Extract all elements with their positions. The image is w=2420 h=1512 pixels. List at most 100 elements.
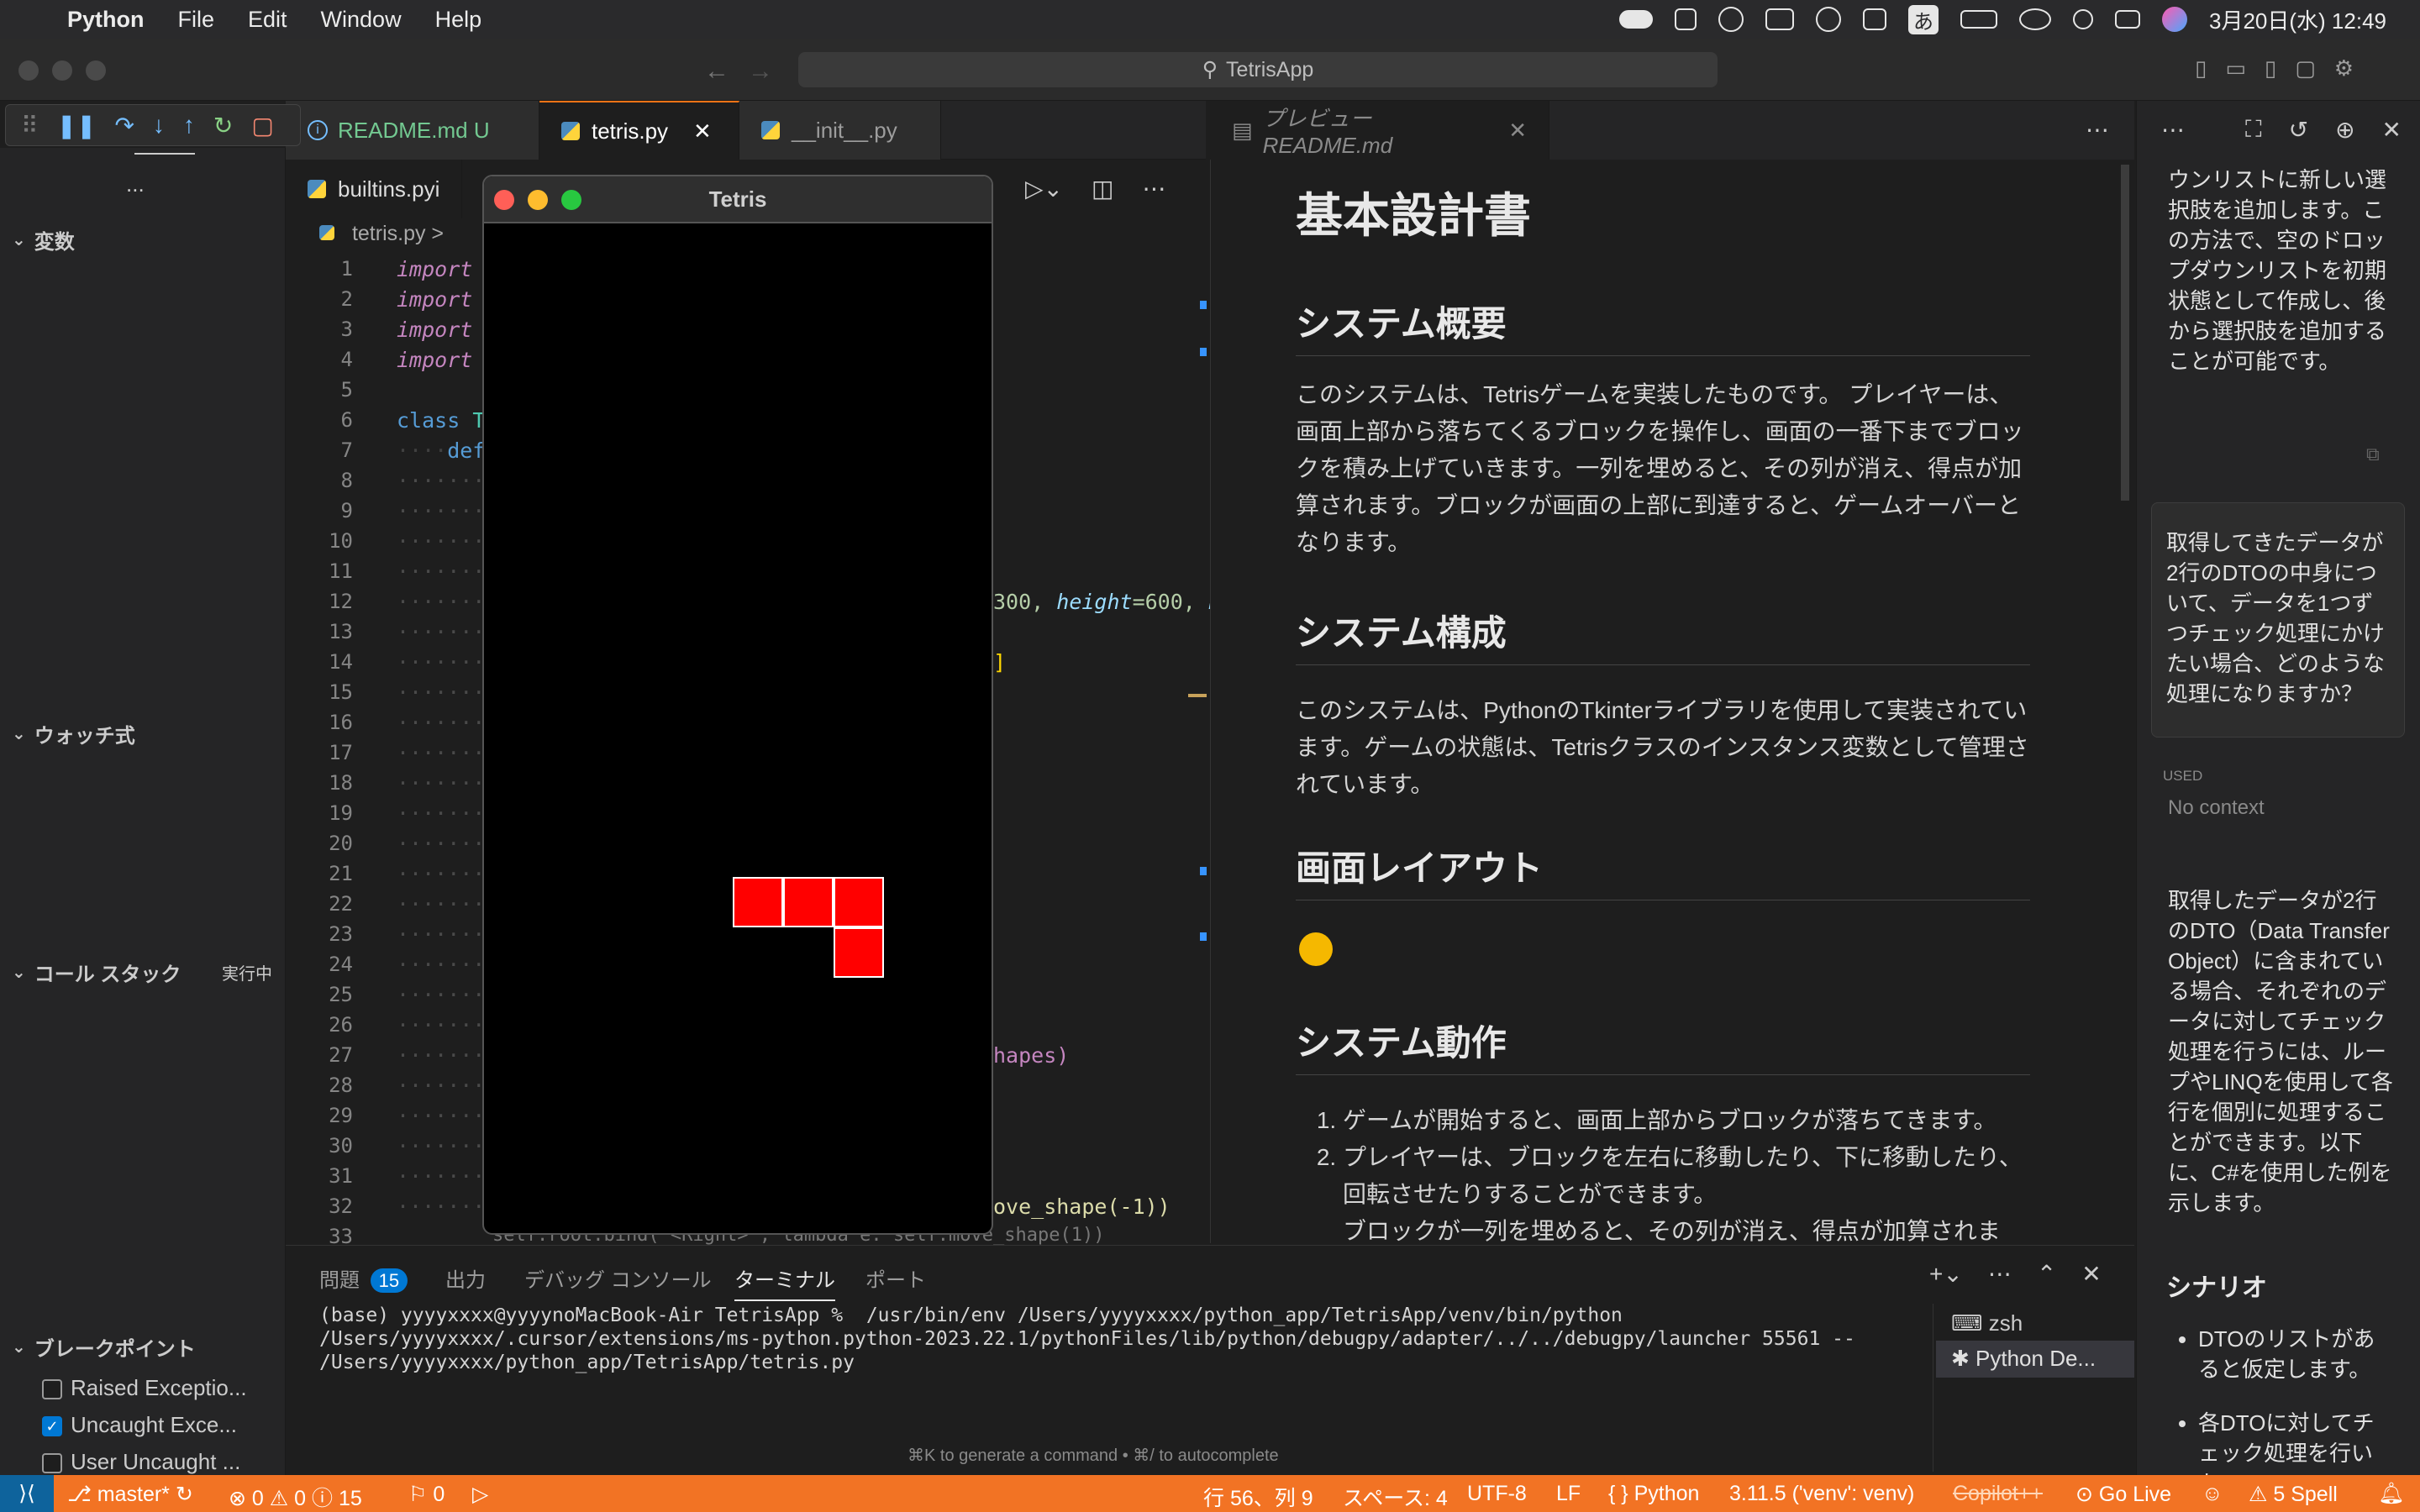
line-number[interactable]: 13: [302, 620, 353, 643]
line-number[interactable]: 29: [302, 1104, 353, 1127]
tetris-titlebar[interactable]: Tetris: [484, 176, 992, 223]
section-variables[interactable]: ⌄ 変数: [12, 225, 75, 255]
cursor-position[interactable]: 行 56、列 9: [1203, 1482, 1313, 1512]
line-number[interactable]: 9: [302, 499, 353, 522]
line-number[interactable]: 21: [302, 862, 353, 885]
clock[interactable]: 3月20日(水) 12:49: [2209, 4, 2386, 35]
preview-scrollbar[interactable]: [2121, 165, 2129, 501]
line-number[interactable]: 27: [302, 1043, 353, 1067]
tab-init[interactable]: __init__.py: [739, 101, 941, 160]
checkbox[interactable]: [42, 1453, 62, 1474]
notifications-icon[interactable]: 🔔︎: [2378, 1482, 2405, 1506]
tab-preview-readme[interactable]: ▤ プレビュー README.md ✕: [1210, 101, 1549, 160]
tab-output[interactable]: 出力: [445, 1263, 486, 1293]
zoom-window-button[interactable]: [561, 190, 581, 210]
more-actions-icon[interactable]: ⋯: [1142, 175, 1165, 202]
line-number[interactable]: 26: [302, 1013, 353, 1037]
line-number[interactable]: 22: [302, 892, 353, 916]
close-icon[interactable]: ✕: [693, 118, 712, 144]
close-window-button[interactable]: [18, 60, 39, 81]
tab-builtins[interactable]: builtins.pyi: [286, 160, 463, 218]
line-number[interactable]: 28: [302, 1074, 353, 1097]
battery-icon[interactable]: [1960, 10, 1998, 29]
eol[interactable]: LF: [1556, 1482, 1581, 1506]
cloud-icon[interactable]: [1619, 10, 1654, 29]
spell-indicator[interactable]: ⚠ 5 Spell: [2249, 1482, 2338, 1507]
line-number[interactable]: 23: [302, 922, 353, 946]
branch-indicator[interactable]: ⎇ master* ↻: [67, 1482, 193, 1507]
go-live-button[interactable]: ⊙ Go Live: [2075, 1482, 2171, 1507]
minimize-window-button[interactable]: [52, 60, 72, 81]
interpreter[interactable]: 3.11.5 ('venv': venv): [1729, 1482, 1914, 1506]
ports-indicator[interactable]: ⚐ 0: [408, 1482, 445, 1507]
split-editor-icon[interactable]: ◫: [1092, 175, 1113, 202]
new-chat-icon[interactable]: ⊕: [2335, 116, 2354, 144]
close-window-button[interactable]: [494, 190, 514, 210]
battery-meter-icon[interactable]: [1765, 8, 1795, 30]
line-number[interactable]: 5: [302, 378, 353, 402]
tetris-window[interactable]: Tetris: [482, 175, 993, 1235]
pause-icon[interactable]: ❚❚: [57, 112, 97, 139]
toggle-panel-icon[interactable]: ▭: [2225, 55, 2246, 81]
line-number[interactable]: 25: [302, 983, 353, 1006]
back-arrow-icon[interactable]: ←: [704, 57, 729, 86]
problems-indicator[interactable]: ⊗ 0 ⚠ 0 ⓘ 15: [229, 1482, 362, 1512]
feedback-icon[interactable]: ☺: [2202, 1482, 2223, 1506]
remote-icon[interactable]: ⟩⟨: [0, 1475, 54, 1512]
step-into-icon[interactable]: ↓: [153, 112, 165, 139]
zoom-window-button[interactable]: [86, 60, 106, 81]
restart-icon[interactable]: ↻: [213, 112, 233, 139]
close-icon[interactable]: ✕: [2081, 1260, 2101, 1288]
more-actions-icon[interactable]: ⋯: [1988, 1260, 2012, 1288]
play-icon[interactable]: [1718, 7, 1744, 32]
terminal-item-zsh[interactable]: ⌨ zsh: [1951, 1310, 2023, 1336]
gear-icon[interactable]: ⚙: [2334, 55, 2354, 81]
shield-icon[interactable]: [1675, 8, 1697, 30]
search-icon[interactable]: [2073, 9, 2094, 29]
menu-edit[interactable]: Edit: [248, 7, 287, 33]
line-number[interactable]: 8: [302, 469, 353, 492]
close-icon[interactable]: ✕: [1508, 118, 1527, 144]
minimize-window-button[interactable]: [528, 190, 548, 210]
menu-file[interactable]: File: [178, 7, 215, 33]
copy-icon[interactable]: ⧉: [2366, 444, 2380, 465]
history-icon[interactable]: ↺: [2289, 116, 2308, 144]
line-number[interactable]: 31: [302, 1164, 353, 1188]
line-number[interactable]: 2: [302, 287, 353, 311]
section-callstack[interactable]: ⌄ コール スタック 実行中: [12, 958, 272, 987]
line-number[interactable]: 30: [302, 1134, 353, 1158]
tab-debug-console[interactable]: デバッグ コンソール: [524, 1263, 712, 1293]
more-actions-icon[interactable]: ⋯: [2086, 116, 2109, 144]
siri-icon[interactable]: [2162, 7, 2188, 32]
tab-terminal[interactable]: ターミナル: [734, 1263, 835, 1301]
maximize-panel-icon[interactable]: ⌃: [2037, 1260, 2056, 1288]
tab-readme[interactable]: i README.md U: [286, 101, 539, 160]
line-number[interactable]: 3: [302, 318, 353, 341]
line-number[interactable]: 12: [302, 590, 353, 613]
maximize-icon[interactable]: ⛶: [2245, 116, 2262, 144]
breakpoint-item[interactable]: Raised Exceptio...: [42, 1369, 247, 1406]
line-number[interactable]: 1: [302, 257, 353, 281]
checkbox[interactable]: ✓: [42, 1416, 62, 1437]
command-center-search[interactable]: ⚲ TetrisApp: [798, 52, 1718, 87]
line-number[interactable]: 32: [302, 1194, 353, 1218]
step-over-icon[interactable]: ↷: [114, 112, 134, 139]
line-number[interactable]: 19: [302, 801, 353, 825]
section-breakpoints[interactable]: ⌄ ブレークポイント: [12, 1332, 196, 1362]
control-center-icon[interactable]: [2115, 10, 2141, 29]
tab-ports[interactable]: ポート: [865, 1263, 926, 1293]
ime-indicator[interactable]: あ: [1908, 4, 1939, 34]
breakpoint-item[interactable]: ✓ Uncaught Exce...: [42, 1406, 247, 1443]
run-debug-icon[interactable]: ▷⌄: [1025, 175, 1063, 202]
line-number[interactable]: 14: [302, 650, 353, 674]
line-number[interactable]: 11: [302, 559, 353, 583]
link-icon[interactable]: [2019, 8, 2052, 30]
chat-icon[interactable]: ▢: [2295, 55, 2316, 81]
section-watch[interactable]: ⌄ ウォッチ式: [12, 719, 135, 748]
step-out-icon[interactable]: ↑: [183, 112, 195, 139]
more-actions-icon[interactable]: ⋯: [2161, 116, 2185, 144]
tab-problems[interactable]: 問題 15: [319, 1263, 408, 1293]
line-number[interactable]: 6: [302, 408, 353, 432]
language-mode[interactable]: { } Python: [1608, 1482, 1699, 1506]
new-terminal-icon[interactable]: +⌄: [1929, 1260, 1963, 1288]
